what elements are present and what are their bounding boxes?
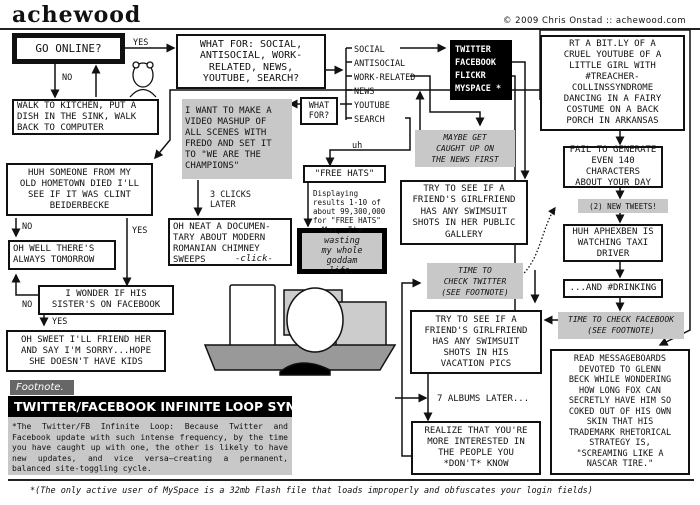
option-youtube: YOUTUBE	[354, 101, 390, 111]
footer-divider	[8, 479, 694, 481]
option-antisocial: ANTISOCIAL	[354, 59, 406, 69]
documentary-box: OH NEAT A DOCUMEN- TARY ABOUT MODERN ROM…	[168, 218, 292, 266]
free-hats-box: "FREE HATS"	[303, 165, 386, 183]
fail-140-box: FAIL TO GENERATE EVEN 140 CHARACTERS ABO…	[563, 145, 663, 188]
no-label-2: NO	[22, 222, 33, 232]
swimsuit-vacation-box: TRY TO SEE IF A FRIEND'S GIRLFRIEND HAS …	[410, 310, 542, 374]
time-twitter-box: TIME TO CHECK TWITTER (SEE FOOTNOTE)	[427, 263, 523, 299]
realize-box: REALIZE THAT YOU'RE MORE INTERESTED IN T…	[411, 421, 541, 475]
yes-label-2: YES	[132, 226, 148, 236]
options-list: SOCIAL ANTISOCIAL WORK-RELATED NEWS YOUT…	[354, 43, 415, 127]
sites-box: TWITTER FACEBOOK FLICKR MYSPACE *	[450, 40, 512, 100]
aphexben-box: HUH APHEXBEN IS WATCHING TAXI DRIVER	[563, 224, 663, 262]
yes-label-3: YES	[52, 317, 68, 327]
drinking-box: ...AND #DRINKING	[563, 279, 663, 298]
search-results-text: Displaying results 1-10 of about 99,300,…	[313, 189, 386, 225]
sister-box: I WONDER IF HIS SISTER'S ON FACEBOOK	[38, 285, 174, 315]
footnote-tab: Footnote.	[10, 380, 74, 395]
yes-label: YES	[133, 38, 149, 48]
maybe-news-box: MAYBE GET CAUGHT UP ON THE NEWS FIRST	[415, 130, 515, 167]
no-label-3: NO	[22, 300, 33, 310]
site-facebook: FACEBOOK	[455, 58, 496, 68]
option-search: SEARCH	[354, 115, 385, 125]
what-for-box: WHAT FOR: SOCIAL, ANTISOCIAL, WORK- RELA…	[176, 34, 326, 89]
friend-her-box: OH SWEET I'LL FRIEND HER AND SAY I'M SOR…	[6, 330, 166, 372]
site-flickr: FLICKR	[455, 71, 486, 81]
mashup-box: I WANT TO MAKE A VIDEO MASHUP OF ALL SCE…	[182, 99, 292, 179]
option-work-related: WORK-RELATED	[354, 73, 416, 83]
site-myspace: MYSPACE *	[455, 84, 502, 94]
swimsuit-public-box: TRY TO SEE IF A FRIEND'S GIRLFRIEND HAS …	[400, 180, 528, 245]
site-twitter: TWITTER	[455, 45, 491, 55]
hometown-box: HUH SOMEONE FROM MY OLD HOMETOWN DIED I'…	[6, 163, 153, 216]
click-sfx: -click-	[235, 254, 273, 264]
three-clicks-label: 3 CLICKS LATER	[210, 190, 251, 210]
rt-bitly-box: RT A BIT.LY OF A CRUEL YOUTUBE OF A LITT…	[540, 35, 685, 131]
time-facebook-box: TIME TO CHECK FACEBOOK (SEE FOOTNOTE)	[558, 312, 684, 339]
go-online-box: GO ONLINE?	[12, 33, 125, 64]
glenn-beck-box: READ MESSAGEBOARDS DEVOTED TO GLENN BECK…	[550, 349, 690, 475]
footnote-title: TWITTER/FACEBOOK INFINITE LOOP SYNDROME:	[8, 396, 292, 417]
uh-label: uh	[352, 141, 363, 151]
seven-albums-label: 7 ALBUMS LATER...	[437, 394, 530, 404]
new-tweets-badge: (2) NEW TWEETS!	[578, 199, 668, 213]
what-for-small-box: WHAT FOR?	[300, 97, 338, 125]
wasting-box: Man, I'm wasting my whole goddam life.	[297, 226, 387, 276]
no-label: NO	[62, 73, 73, 83]
option-news: NEWS	[354, 87, 375, 97]
tomorrow-box: OH WELL THERE'S ALWAYS TOMORROW	[8, 240, 116, 270]
footnote-body: *The Twitter/FB Infinite Loop: Because T…	[8, 417, 292, 475]
option-social: SOCIAL	[354, 45, 385, 55]
kitchen-box: WALK TO KITCHEN, PUT A DISH IN THE SINK,…	[12, 99, 159, 135]
myspace-footnote: *(The only active user of MySpace is a 3…	[30, 486, 593, 496]
